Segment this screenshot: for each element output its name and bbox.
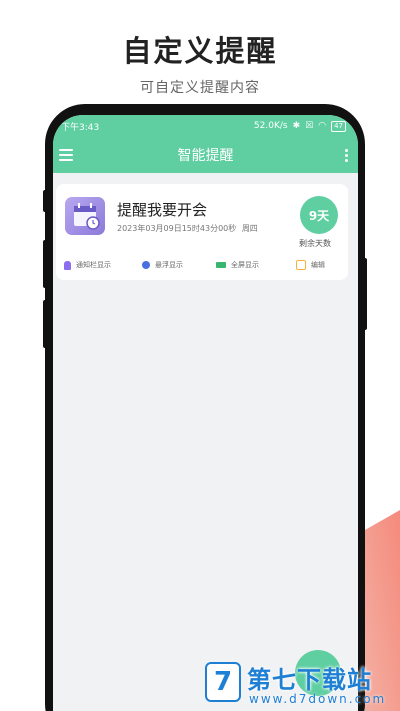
reminder-card[interactable]: 提醒我要开会 2023年03月09日15时43分00秒 周四 9天 剩余天数 通…	[56, 184, 348, 280]
app-bar: 智能提醒	[53, 137, 358, 173]
reminder-datetime: 2023年03月09日15时43分00秒 周四	[117, 223, 258, 234]
option-notification[interactable]: 通知栏显示	[64, 260, 111, 270]
screenshot-page: 自定义提醒 可自定义提醒内容 下午3:43 52.0K/s ✱ ☒ ◠ 47 智…	[0, 0, 400, 711]
edit-icon	[296, 260, 306, 270]
bell-icon	[64, 260, 71, 270]
status-icons: 52.0K/s ✱ ☒ ◠ 47	[253, 120, 346, 132]
wifi-icon: ◠	[318, 121, 327, 131]
edit-label: 编辑	[311, 261, 325, 269]
option-fullscreen[interactable]: 全屏显示	[216, 260, 259, 270]
phone-side-button	[43, 190, 48, 212]
option-floating-label: 悬浮显示	[155, 261, 183, 269]
edit-button[interactable]: 编辑	[296, 260, 325, 270]
option-notification-label: 通知栏显示	[76, 261, 111, 269]
reminder-options: 通知栏显示 悬浮显示 全屏显示 编辑	[56, 257, 348, 273]
phone-side-button	[43, 300, 48, 348]
watermark-logo: 7	[205, 662, 241, 702]
sim-icon: ☒	[305, 121, 314, 131]
network-speed: 52.0K/s	[253, 121, 288, 131]
watermark-url: www.d7down.com	[249, 692, 387, 706]
phone-screen: 下午3:43 52.0K/s ✱ ☒ ◠ 47 智能提醒 提醒我要开会 2023…	[53, 115, 358, 711]
battery-icon: 47	[331, 120, 346, 132]
option-floating[interactable]: 悬浮显示	[142, 260, 183, 270]
fullscreen-icon	[216, 262, 226, 268]
reminder-date: 2023年03月09日15时43分00秒	[117, 224, 237, 233]
days-left-badge: 9天	[300, 196, 338, 234]
days-left-label: 剩余天数	[299, 239, 331, 248]
more-vertical-icon[interactable]	[345, 148, 348, 162]
floating-icon	[142, 261, 150, 269]
promo-subtitle: 可自定义提醒内容	[140, 80, 260, 96]
status-time: 下午3:43	[61, 122, 100, 133]
watermark: 7 第七下载站 www.d7down.com	[205, 658, 397, 708]
bluetooth-icon: ✱	[292, 121, 301, 131]
menu-icon[interactable]	[59, 149, 73, 161]
phone-power-button	[362, 258, 367, 330]
phone-side-button	[43, 240, 48, 288]
promo-title: 自定义提醒	[122, 34, 278, 68]
watermark-name: 第七下载站	[247, 666, 372, 694]
option-fullscreen-label: 全屏显示	[231, 261, 259, 269]
reminder-weekday: 周四	[241, 224, 258, 233]
app-title: 智能提醒	[177, 148, 234, 164]
reminder-title: 提醒我要开会	[117, 201, 208, 219]
calendar-clock-icon	[65, 197, 105, 235]
status-bar: 下午3:43 52.0K/s ✱ ☒ ◠ 47	[53, 115, 358, 137]
